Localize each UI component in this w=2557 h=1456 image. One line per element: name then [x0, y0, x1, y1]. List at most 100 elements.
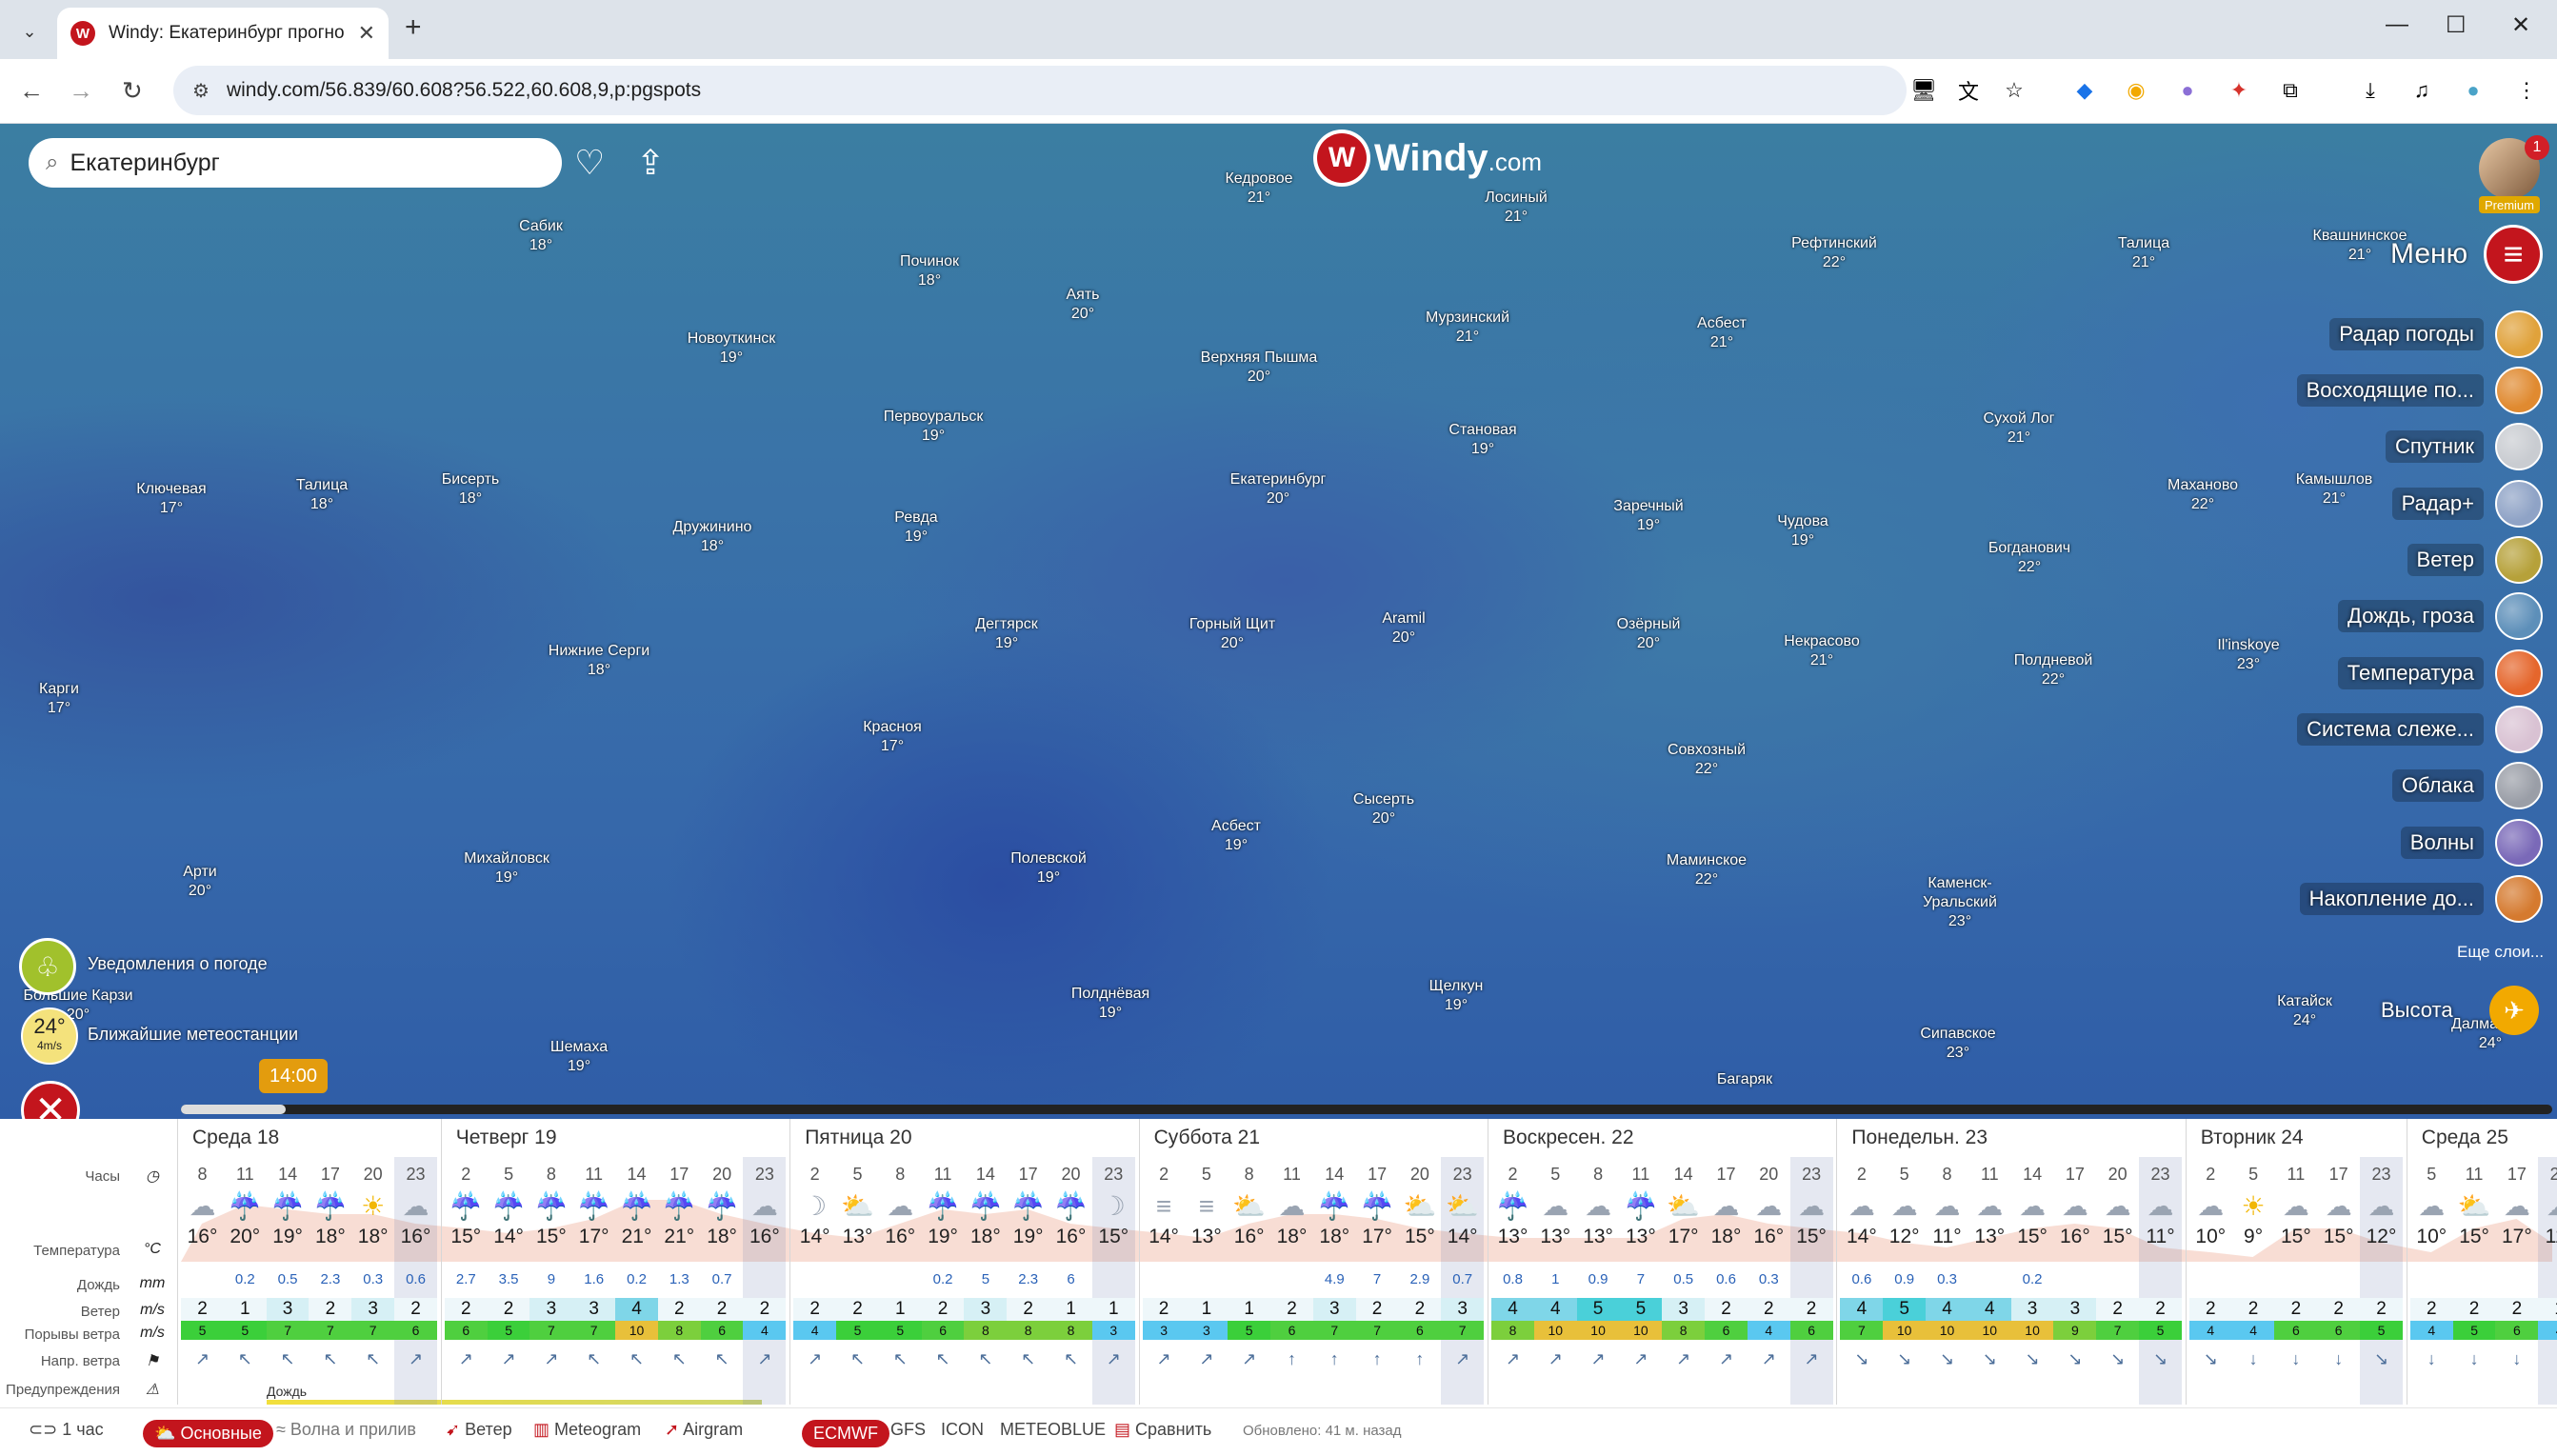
favorite-heart-icon[interactable]: ♡	[574, 143, 605, 183]
city-label[interactable]: Екатеринбург 20°	[1211, 470, 1345, 509]
layer-item[interactable]: Радар погоды	[2305, 310, 2543, 358]
altitude-label[interactable]: Высота	[2381, 998, 2453, 1023]
city-label[interactable]: Кедровое 21°	[1192, 170, 1326, 208]
day-header[interactable]: Понедельн. 23	[1851, 1127, 1988, 1149]
layer-item[interactable]: Накопление до...	[2299, 875, 2543, 923]
search-box[interactable]: ⌕	[29, 138, 562, 188]
city-label[interactable]: Il'inskoye 23°	[2182, 636, 2315, 674]
city-label[interactable]: Карги 17°	[0, 680, 126, 718]
city-label[interactable]: Становая 19°	[1416, 421, 1549, 459]
city-label[interactable]: Сысерть 20°	[1317, 790, 1450, 828]
city-label[interactable]: Каменск-Уральский 23°	[1893, 874, 2027, 931]
city-label[interactable]: Ключевая 17°	[105, 480, 238, 518]
airplane-icon[interactable]: ✈	[2489, 986, 2539, 1035]
day-header[interactable]: Четверг 19	[456, 1127, 557, 1149]
city-label[interactable]: Aramil 20°	[1337, 609, 1470, 648]
tab-list-button[interactable]: ⌄	[13, 15, 46, 48]
weather-map[interactable]: Кедровое 21° Лосиный 21° Рефтинский 22° Талица…	[0, 124, 2557, 1119]
city-label[interactable]: Верхняя Пышма 20°	[1192, 349, 1326, 387]
windy-logo[interactable]: W Windy.com	[1317, 133, 1542, 183]
city-label[interactable]: Озёрный 20°	[1582, 615, 1715, 653]
city-label[interactable]: Мурзинский 21°	[1401, 309, 1534, 347]
city-label[interactable]: Полевской 19°	[982, 849, 1115, 888]
site-settings-icon[interactable]: ⚙	[192, 79, 210, 103]
tab-airgram[interactable]: ➚ Airgram	[665, 1420, 743, 1440]
unit-wind[interactable]: m/s	[133, 1302, 171, 1319]
unit-rain[interactable]: mm	[133, 1275, 171, 1292]
city-label[interactable]: Багаряк	[1678, 1070, 1811, 1089]
city-label[interactable]: Сипавское 23°	[1891, 1025, 2025, 1063]
extension-red-icon[interactable]: ✦	[2225, 76, 2253, 105]
city-label[interactable]: Асбест 19°	[1169, 817, 1303, 855]
warning-text[interactable]: Дождь	[267, 1384, 307, 1399]
layer-item[interactable]: Облака	[2305, 762, 2543, 809]
city-label[interactable]: Первоуральск 19°	[867, 408, 1000, 446]
back-icon[interactable]: ←	[19, 74, 44, 107]
city-label[interactable]: Дегтярск 19°	[940, 615, 1073, 653]
browser-tab[interactable]: W Windy: Екатеринбург прогноз ✕	[57, 8, 389, 59]
model-ecmwf[interactable]: ECMWF	[802, 1420, 889, 1447]
bookmark-star-icon[interactable]: ☆	[2000, 76, 2028, 105]
city-label[interactable]: Сабик 18°	[474, 217, 608, 255]
extension-icon[interactable]: ●	[2173, 76, 2202, 105]
reload-icon[interactable]: ↻	[122, 74, 143, 107]
city-label[interactable]: Заречный 19°	[1582, 497, 1715, 535]
layer-item[interactable]: Система слеже...	[2297, 706, 2543, 753]
unit-temp[interactable]: °C	[133, 1241, 171, 1258]
address-bar[interactable]: ⚙ windy.com/56.839/60.608?56.522,60.608,…	[173, 66, 1907, 115]
city-label[interactable]: Чудова 19°	[1736, 512, 1869, 550]
time-step-toggle[interactable]: ⊂⊃ 1 час	[29, 1420, 104, 1440]
tab-basic[interactable]: ⛅ Основные	[143, 1420, 273, 1447]
city-label[interactable]: Талица 21°	[2077, 234, 2210, 272]
city-label[interactable]: Нижние Серги 18°	[532, 642, 666, 680]
search-input[interactable]	[70, 149, 528, 177]
city-label[interactable]: Талица 18°	[255, 476, 389, 514]
close-forecast-icon[interactable]: ✕	[21, 1081, 80, 1119]
city-label[interactable]: Бисерть 18°	[404, 470, 537, 509]
model-gfs[interactable]: GFS	[890, 1420, 926, 1440]
share-icon[interactable]: ⇪	[636, 143, 665, 183]
city-label[interactable]: Дружинино 18°	[646, 518, 779, 556]
tab-wind[interactable]: ➹ Ветер	[446, 1420, 512, 1440]
city-label[interactable]: Ревда 19°	[849, 509, 983, 547]
maximize-icon[interactable]: ☐	[2446, 11, 2467, 39]
layer-item[interactable]: Спутник	[2305, 423, 2543, 470]
city-label[interactable]: Катайск 24°	[2238, 992, 2371, 1030]
menu-label[interactable]: Меню	[2390, 238, 2467, 270]
day-header[interactable]: Пятница 20	[805, 1127, 911, 1149]
warning-bar[interactable]	[267, 1400, 762, 1405]
browser-menu-icon[interactable]: ⋮	[2512, 76, 2541, 105]
city-label[interactable]: Красноя 17°	[826, 718, 959, 756]
rss-extension-icon[interactable]: ◉	[2122, 76, 2150, 105]
more-layers-link[interactable]: Еще слои...	[2457, 943, 2544, 962]
minimize-icon[interactable]: —	[2386, 11, 2408, 38]
layer-item[interactable]: Ветер	[2305, 536, 2543, 584]
day-header[interactable]: Суббота 21	[1154, 1127, 1260, 1149]
city-label[interactable]: Шемаха 19°	[512, 1038, 646, 1076]
weather-alert-icon[interactable]: ♧	[19, 938, 76, 995]
city-label[interactable]: Аять 20°	[1016, 286, 1149, 324]
city-label[interactable]: Сухой Лог 21°	[1952, 409, 2086, 448]
city-label[interactable]: Рефтинский 22°	[1768, 234, 1901, 272]
model-meteoblue[interactable]: METEOBLUE	[1000, 1420, 1106, 1440]
city-label[interactable]: Починок 18°	[863, 252, 996, 290]
model-icon[interactable]: ICON	[941, 1420, 984, 1440]
city-label[interactable]: Арти 20°	[133, 863, 267, 901]
compare-button[interactable]: ▤ Сравнить	[1114, 1420, 1211, 1440]
media-control-icon[interactable]: ♫	[2407, 76, 2436, 105]
city-label[interactable]: Полдневой 22°	[1987, 651, 2120, 689]
layer-item[interactable]: Радар+	[2305, 480, 2543, 528]
city-label[interactable]: Новоуткинск 19°	[665, 329, 798, 368]
new-tab-button[interactable]: +	[405, 11, 422, 44]
tag-extension-icon[interactable]: ◆	[2070, 76, 2099, 105]
tab-waves[interactable]: ≈ Волна и прилив	[276, 1420, 416, 1440]
stations-label[interactable]: Ближайшие метеостанции	[88, 1025, 298, 1045]
hamburger-menu-icon[interactable]: ≡	[2484, 225, 2543, 284]
day-header[interactable]: Среда 18	[192, 1127, 279, 1149]
download-icon[interactable]: ⤓	[2356, 76, 2385, 105]
time-indicator[interactable]: 14:00	[259, 1059, 328, 1093]
city-label[interactable]: Михайловск 19°	[440, 849, 573, 888]
profile-icon[interactable]: ●	[2459, 76, 2487, 105]
day-header[interactable]: Воскресен. 22	[1503, 1127, 1634, 1149]
layer-item[interactable]: Восходящие по...	[2296, 367, 2543, 414]
